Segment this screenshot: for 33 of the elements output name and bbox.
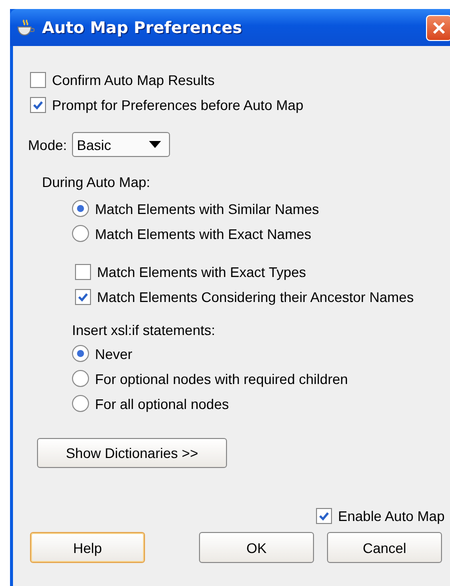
dropdown-arrow-icon bbox=[148, 141, 161, 148]
radio-label: Match Elements with Exact Names bbox=[95, 226, 312, 242]
radio-button[interactable] bbox=[72, 225, 89, 242]
checkbox-label: Confirm Auto Map Results bbox=[52, 72, 215, 88]
checkbox[interactable] bbox=[30, 72, 46, 88]
radio-label: For optional nodes with required children bbox=[95, 370, 348, 386]
dialog-button[interactable]: Cancel bbox=[327, 532, 442, 563]
mode-label: Mode: bbox=[28, 136, 67, 152]
dialog-button[interactable]: Help bbox=[30, 532, 145, 563]
radio-button[interactable] bbox=[72, 370, 89, 387]
section-heading: Insert xsl:if statements: bbox=[72, 322, 216, 338]
checkbox-label: Match Elements Considering their Ancestor Names bbox=[97, 288, 414, 304]
checkbox-label: Enable Auto Map bbox=[338, 508, 445, 524]
radio-button[interactable] bbox=[72, 395, 89, 412]
checkbox[interactable] bbox=[75, 288, 91, 304]
radio-label: For all optional nodes bbox=[95, 396, 229, 412]
coffee-cup-icon bbox=[16, 18, 36, 36]
checkbox[interactable] bbox=[75, 264, 91, 280]
radio-label: Never bbox=[95, 346, 132, 362]
radio-label: Match Elements with Similar Names bbox=[95, 200, 320, 216]
radio-button[interactable] bbox=[72, 345, 89, 362]
mode-dropdown[interactable]: Basic bbox=[72, 132, 170, 157]
window-title: Auto Map Preferences bbox=[42, 18, 242, 37]
checkbox[interactable] bbox=[30, 96, 46, 112]
dialog-button[interactable]: OK bbox=[199, 532, 314, 563]
checkbox[interactable] bbox=[316, 508, 332, 524]
checkbox-label: Match Elements with Exact Types bbox=[97, 264, 306, 280]
close-icon bbox=[432, 20, 446, 34]
close-button[interactable] bbox=[426, 14, 450, 40]
checkbox-label: Prompt for Preferences before Auto Map bbox=[52, 96, 304, 112]
radio-button[interactable] bbox=[72, 200, 89, 217]
section-heading: During Auto Map: bbox=[42, 174, 152, 190]
show-dictionaries-button[interactable]: Show Dictionaries >> bbox=[37, 438, 227, 468]
